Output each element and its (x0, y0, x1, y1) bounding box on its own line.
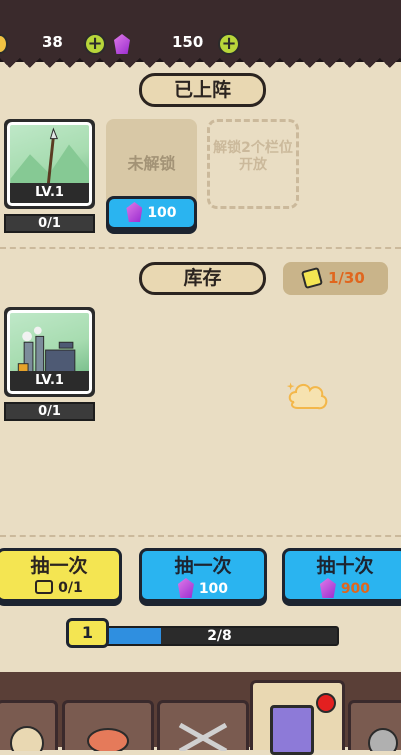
draw-ten-button[interactable]: 抽十次 900 (282, 548, 401, 602)
gem-icon (177, 578, 194, 598)
gem-icon (126, 202, 143, 222)
card-deck-icon (270, 705, 314, 755)
progress-text: 2/8 (207, 628, 232, 644)
shield-icon (10, 726, 44, 751)
slot-1-count: 0/1 (4, 214, 95, 233)
gem-count: 150 (172, 33, 204, 51)
draw-level-badge: 1 (66, 618, 109, 648)
card-icon (300, 266, 324, 290)
section-divider (0, 247, 401, 249)
crossed-swords-icon (178, 722, 228, 751)
top-currency-bar: 38 + 150 + (0, 0, 401, 68)
capacity-value: 1/30 (328, 269, 365, 287)
nav-tab-5[interactable] (348, 700, 401, 751)
nav-tab-3[interactable] (157, 700, 249, 751)
draw-ten-label: 抽十次 (316, 555, 374, 577)
free-draw-button[interactable]: 抽一次 0/1 (0, 548, 122, 602)
draw-ten-cost: 900 (285, 578, 401, 599)
add-gems-button[interactable]: + (218, 33, 240, 55)
gem-icon (114, 34, 130, 54)
coin-icon (0, 34, 8, 54)
inventory-item[interactable]: LV.1 (4, 307, 95, 397)
coin-count: 38 (42, 33, 63, 51)
monster-icon (87, 728, 129, 751)
gem-icon (319, 578, 336, 598)
draw-once-button[interactable]: 抽一次 100 (139, 548, 267, 602)
sparkle-cloud-icon (286, 382, 328, 410)
inventory-capacity: 1/30 (283, 262, 388, 295)
deployed-title: 已上阵 (139, 73, 266, 107)
inventory-title: 库存 (139, 262, 266, 295)
video-icon (35, 580, 54, 594)
draw-once-label: 抽一次 (174, 555, 232, 577)
slot-1-level: LV.1 (10, 183, 89, 203)
slot-3-hint: 解锁2个栏位开放 (213, 140, 293, 173)
draw-once-cost: 100 (142, 578, 264, 599)
nav-tab-2[interactable] (62, 700, 154, 751)
deployed-slot-1[interactable]: LV.1 (4, 119, 95, 209)
free-draw-label: 抽一次 (30, 555, 88, 577)
unavailable-slot-3: 解锁2个栏位开放 (207, 119, 299, 209)
nav-tab-cards-active[interactable] (250, 680, 345, 755)
nav-tab-1[interactable] (0, 700, 58, 751)
locked-label: 未解锁 (127, 154, 176, 173)
section-divider-2 (0, 535, 401, 537)
item-count: 0/1 (4, 402, 95, 421)
free-draw-sub: 0/1 (0, 579, 119, 597)
item-level: LV.1 (10, 371, 89, 391)
add-coins-button[interactable]: + (84, 33, 106, 55)
settings-icon (368, 728, 398, 751)
notification-dot (316, 693, 336, 713)
draw-progress-bar: 2/8 (100, 626, 339, 646)
unlock-slot-button[interactable]: 100 (106, 196, 197, 230)
unlock-cost: 100 (147, 205, 177, 221)
